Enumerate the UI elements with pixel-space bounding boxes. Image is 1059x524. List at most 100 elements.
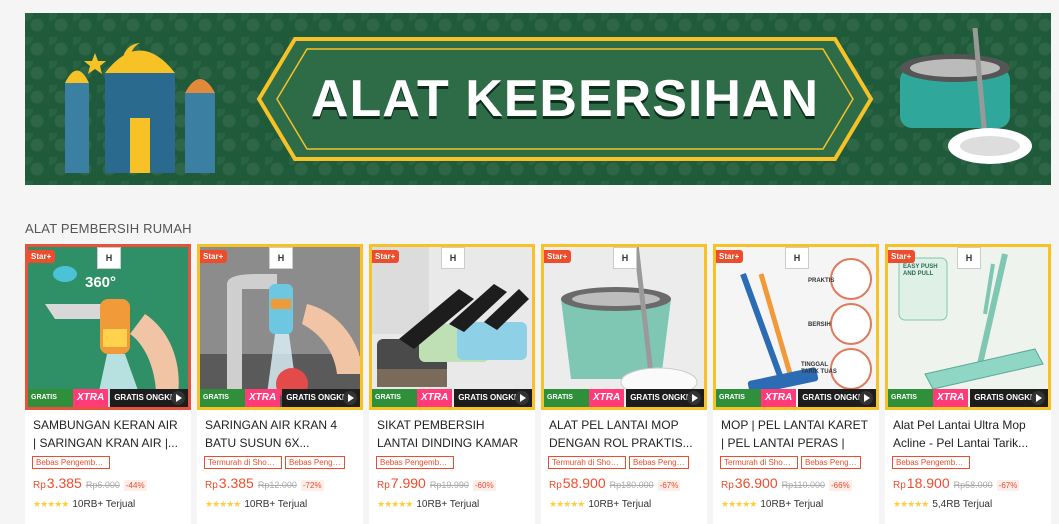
free-shipping-badge: GRATIS ONGKIR (28, 389, 73, 407)
rating-row: ★★★★★ 5,4RB Terjual (893, 499, 992, 510)
product-name[interactable]: SIKAT PEMBERSIH LANTAI DINDING KAMAR MAN… (377, 416, 527, 452)
product-card[interactable]: Star+ H GRATIS ONGKIR XTRA GRATIS ONGKIR… (197, 244, 363, 524)
rating-row: ★★★★★ 10RB+ Terjual (721, 499, 823, 510)
video-play-icon[interactable] (343, 391, 357, 405)
product-image[interactable]: EASY PUSH AND PULL Star+ H GRATIS ONGKIR… (885, 244, 1051, 410)
price: 18.900 (906, 475, 950, 491)
star-plus-badge: Star+ (27, 250, 56, 263)
star-rating-icon: ★★★★★ (721, 499, 757, 509)
section-title: ALAT PEMBERSIH RUMAH (25, 221, 192, 236)
brand-logo: H (613, 247, 637, 269)
tag-cheapest: Termurah di Shopee (548, 456, 626, 469)
currency: Rp (893, 480, 906, 491)
shipping-badges: GRATIS ONGKIR XTRA GRATIS ONGKIR INSTANT (372, 389, 532, 407)
image-caption: EASY PUSH AND PULL (903, 264, 938, 277)
currency: Rp (205, 480, 218, 491)
video-play-icon[interactable] (515, 391, 529, 405)
tag-cheapest: Termurah di Shopee (720, 456, 798, 469)
sold-count: 5,4RB Terjual (932, 499, 993, 510)
free-shipping-badge: GRATIS ONGKIR (200, 389, 245, 407)
xtra-badge: XTRA (244, 389, 281, 407)
price: 3.385 (218, 475, 254, 491)
sold-count: 10RB+ Terjual (416, 499, 480, 510)
discount-badge: -67% (996, 480, 1020, 491)
product-image[interactable]: Star+ H GRATIS ONGKIR XTRA GRATIS ONGKIR… (369, 244, 535, 410)
discount-badge: -44% (123, 480, 147, 491)
currency: Rp (549, 480, 562, 491)
product-name[interactable]: Alat Pel Lantai Ultra Mop Acline - Pel L… (893, 416, 1043, 452)
shipping-badges: GRATIS ONGKIR XTRA GRATIS ONGKIR INSTANT (888, 389, 1048, 407)
product-card[interactable]: 360° Star+ H GRATIS ONGKIR XTRA GRATIS O… (25, 244, 191, 524)
brand-logo: H (957, 247, 981, 269)
image-caption: 360° (85, 274, 117, 291)
product-card[interactable]: EASY PUSH AND PULL Star+ H GRATIS ONGKIR… (885, 244, 1051, 524)
rating-row: ★★★★★ 10RB+ Terjual (549, 499, 651, 510)
product-name[interactable]: SARINGAN AIR KRAN 4 BATU SUSUN 6X... (205, 416, 355, 452)
product-card[interactable]: Star+ H GRATIS ONGKIR XTRA GRATIS ONGKIR… (541, 244, 707, 524)
page: ALAT KEBERSIHAN ALAT PEMBERSIH RUMAH 360… (0, 0, 1059, 524)
shipping-badges: GRATIS ONGKIR XTRA GRATIS ONGKIR INSTANT (28, 389, 188, 407)
original-price: Rp12.000 (257, 480, 297, 490)
currency: Rp (377, 480, 390, 491)
image-label: TINGGAL TARIK TUAS (801, 362, 837, 375)
brand-logo: H (441, 247, 465, 269)
product-tags: Termurah di Shopee Bebas Pengembalian (548, 456, 689, 469)
product-name[interactable]: SAMBUNGAN KERAN AIR | SARINGAN KRAN AIR … (33, 416, 183, 452)
brand-logo: H (97, 247, 121, 269)
star-rating-icon: ★★★★★ (377, 499, 413, 509)
banner-title: ALAT KEBERSIHAN (310, 70, 820, 128)
discount-badge: -67% (657, 480, 681, 491)
rating-row: ★★★★★ 10RB+ Terjual (205, 499, 307, 510)
product-tags: Bebas Pengembalian (32, 456, 110, 469)
price: 3.385 (46, 475, 82, 491)
currency: Rp (33, 480, 46, 491)
star-plus-badge: Star+ (199, 250, 228, 263)
star-rating-icon: ★★★★★ (33, 499, 69, 509)
price: 36.900 (734, 475, 778, 491)
shipping-badges: GRATIS ONGKIR XTRA GRATIS ONGKIR INSTANT (716, 389, 876, 407)
promo-banner[interactable]: ALAT KEBERSIHAN (25, 13, 1051, 185)
xtra-badge: XTRA (416, 389, 453, 407)
banner-mop-bucket-illustration (900, 28, 1032, 164)
tag-free-return: Bebas Pengembalian (285, 456, 345, 469)
tag-free-return: Bebas Pengembalian (32, 456, 110, 469)
brand-logo: H (269, 247, 293, 269)
video-play-icon[interactable] (859, 391, 873, 405)
sold-count: 10RB+ Terjual (588, 499, 652, 510)
discount-badge: -72% (300, 480, 324, 491)
currency: Rp (721, 480, 734, 491)
star-plus-badge: Star+ (887, 250, 916, 263)
star-plus-badge: Star+ (371, 250, 400, 263)
price: 7.990 (390, 475, 426, 491)
product-name[interactable]: ALAT PEL LANTAI MOP DENGAN ROL PRAKTIS..… (549, 416, 699, 452)
product-image[interactable]: 360° Star+ H GRATIS ONGKIR XTRA GRATIS O… (25, 244, 191, 410)
original-price: Rp19.990 (429, 480, 469, 490)
price-row: Rp 36.900 Rp110.000 -66% (721, 475, 852, 491)
xtra-badge: XTRA (932, 389, 969, 407)
product-image[interactable]: PRAKTIS BERSIH TINGGAL TARIK TUAS Star+ … (713, 244, 879, 410)
product-card[interactable]: Star+ H GRATIS ONGKIR XTRA GRATIS ONGKIR… (369, 244, 535, 524)
free-shipping-badge: GRATIS ONGKIR (716, 389, 761, 407)
tag-cheapest: Termurah di Shopee (204, 456, 282, 469)
video-play-icon[interactable] (1031, 391, 1045, 405)
tag-free-return: Bebas Pengembalian (376, 456, 454, 469)
price-row: Rp 7.990 Rp19.990 -60% (377, 475, 496, 491)
xtra-badge: XTRA (72, 389, 109, 407)
video-play-icon[interactable] (171, 391, 185, 405)
product-image[interactable]: Star+ H GRATIS ONGKIR XTRA GRATIS ONGKIR… (197, 244, 363, 410)
star-plus-badge: Star+ (715, 250, 744, 263)
price-row: Rp 3.385 Rp12.000 -72% (205, 475, 324, 491)
product-name[interactable]: MOP | PEL LANTAI KARET | PEL LANTAI PERA… (721, 416, 871, 452)
star-plus-badge: Star+ (543, 250, 572, 263)
image-label: BERSIH (808, 322, 831, 328)
product-tags: Termurah di Shopee Bebas Pengembalian (204, 456, 345, 469)
product-image[interactable]: Star+ H GRATIS ONGKIR XTRA GRATIS ONGKIR… (541, 244, 707, 410)
shipping-badges: GRATIS ONGKIR XTRA GRATIS ONGKIR INSTANT (544, 389, 704, 407)
video-play-icon[interactable] (687, 391, 701, 405)
banner-mosque-illustration (65, 43, 215, 173)
product-card[interactable]: PRAKTIS BERSIH TINGGAL TARIK TUAS Star+ … (713, 244, 879, 524)
price-row: Rp 3.385 Rp6.000 -44% (33, 475, 147, 491)
xtra-badge: XTRA (760, 389, 797, 407)
sold-count: 10RB+ Terjual (244, 499, 308, 510)
original-price: Rp180.000 (609, 480, 654, 490)
